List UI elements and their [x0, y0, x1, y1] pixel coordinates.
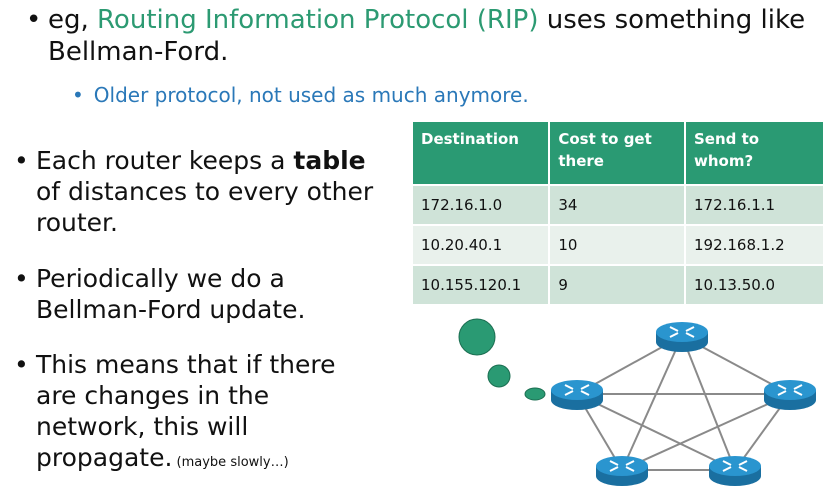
table-row: 10.20.40.1 10 192.168.1.2 [413, 224, 825, 265]
router-icon [550, 379, 604, 411]
left-bullet-1: • Each router keeps a table of distances… [14, 145, 374, 238]
thought-bubble-icon [458, 318, 496, 356]
router-network-diagram [458, 318, 817, 487]
rip-highlight: Routing Information Protocol (RIP) [97, 5, 539, 35]
network-links [576, 335, 791, 471]
bullet-dot: • [26, 5, 42, 35]
bullet-dot: • [14, 350, 29, 379]
thought-bubble-icon [487, 364, 511, 388]
table-cell: 172.16.1.1 [684, 184, 825, 225]
router-icon [655, 321, 709, 353]
left-bullet-1-pre: Each router keeps a [36, 146, 294, 175]
sub-bullet-text: Older protocol, not used as much anymore… [93, 83, 529, 107]
table-cell: 10.155.120.1 [413, 264, 551, 304]
left-bullet-2: • Periodically we do a Bellman-Ford upda… [14, 263, 374, 325]
header-destination: Destination [413, 122, 551, 185]
routing-table: Destination Cost to get there Send to wh… [413, 122, 825, 304]
sub-bullet: • Older protocol, not used as much anymor… [72, 83, 529, 107]
router-icon [763, 379, 817, 411]
bullet-dot: • [14, 146, 29, 175]
left-bullet-3: • This means that if there are changes i… [14, 349, 374, 478]
table-row: 172.16.1.0 34 172.16.1.1 [413, 184, 825, 225]
table-bold: table [293, 146, 366, 175]
header-cost: Cost to get there [549, 122, 686, 185]
left-bullet-1-post: of distances to every other router. [36, 177, 374, 237]
table-cell: 10.13.50.0 [684, 264, 825, 304]
table-cell: 9 [549, 264, 686, 304]
table-cell: 192.168.1.2 [684, 224, 825, 265]
table-cell: 10 [549, 224, 686, 265]
maybe-slowly-note: (maybe slowly…) [172, 455, 289, 470]
bullet-dot: • [72, 83, 84, 107]
table-header-row: Destination Cost to get there Send to wh… [413, 122, 825, 185]
bullet-dot: • [14, 264, 29, 293]
table-row: 10.155.120.1 9 10.13.50.0 [413, 264, 825, 304]
top-bullet-prefix: eg, [48, 5, 98, 35]
header-send-to: Send to whom? [684, 122, 825, 185]
router-icon [595, 455, 649, 487]
table-cell: 10.20.40.1 [413, 224, 551, 265]
left-bullet-3-text: This means that if there are changes in … [36, 350, 336, 472]
router-icon [708, 455, 762, 487]
top-bullet: • eg, Routing Information Protocol (RIP)… [26, 4, 816, 68]
thought-bubble-icon [524, 387, 546, 401]
left-bullet-2-text: Periodically we do a Bellman-Ford update… [36, 264, 306, 324]
table-cell: 172.16.1.0 [413, 184, 551, 225]
table-cell: 34 [549, 184, 686, 225]
